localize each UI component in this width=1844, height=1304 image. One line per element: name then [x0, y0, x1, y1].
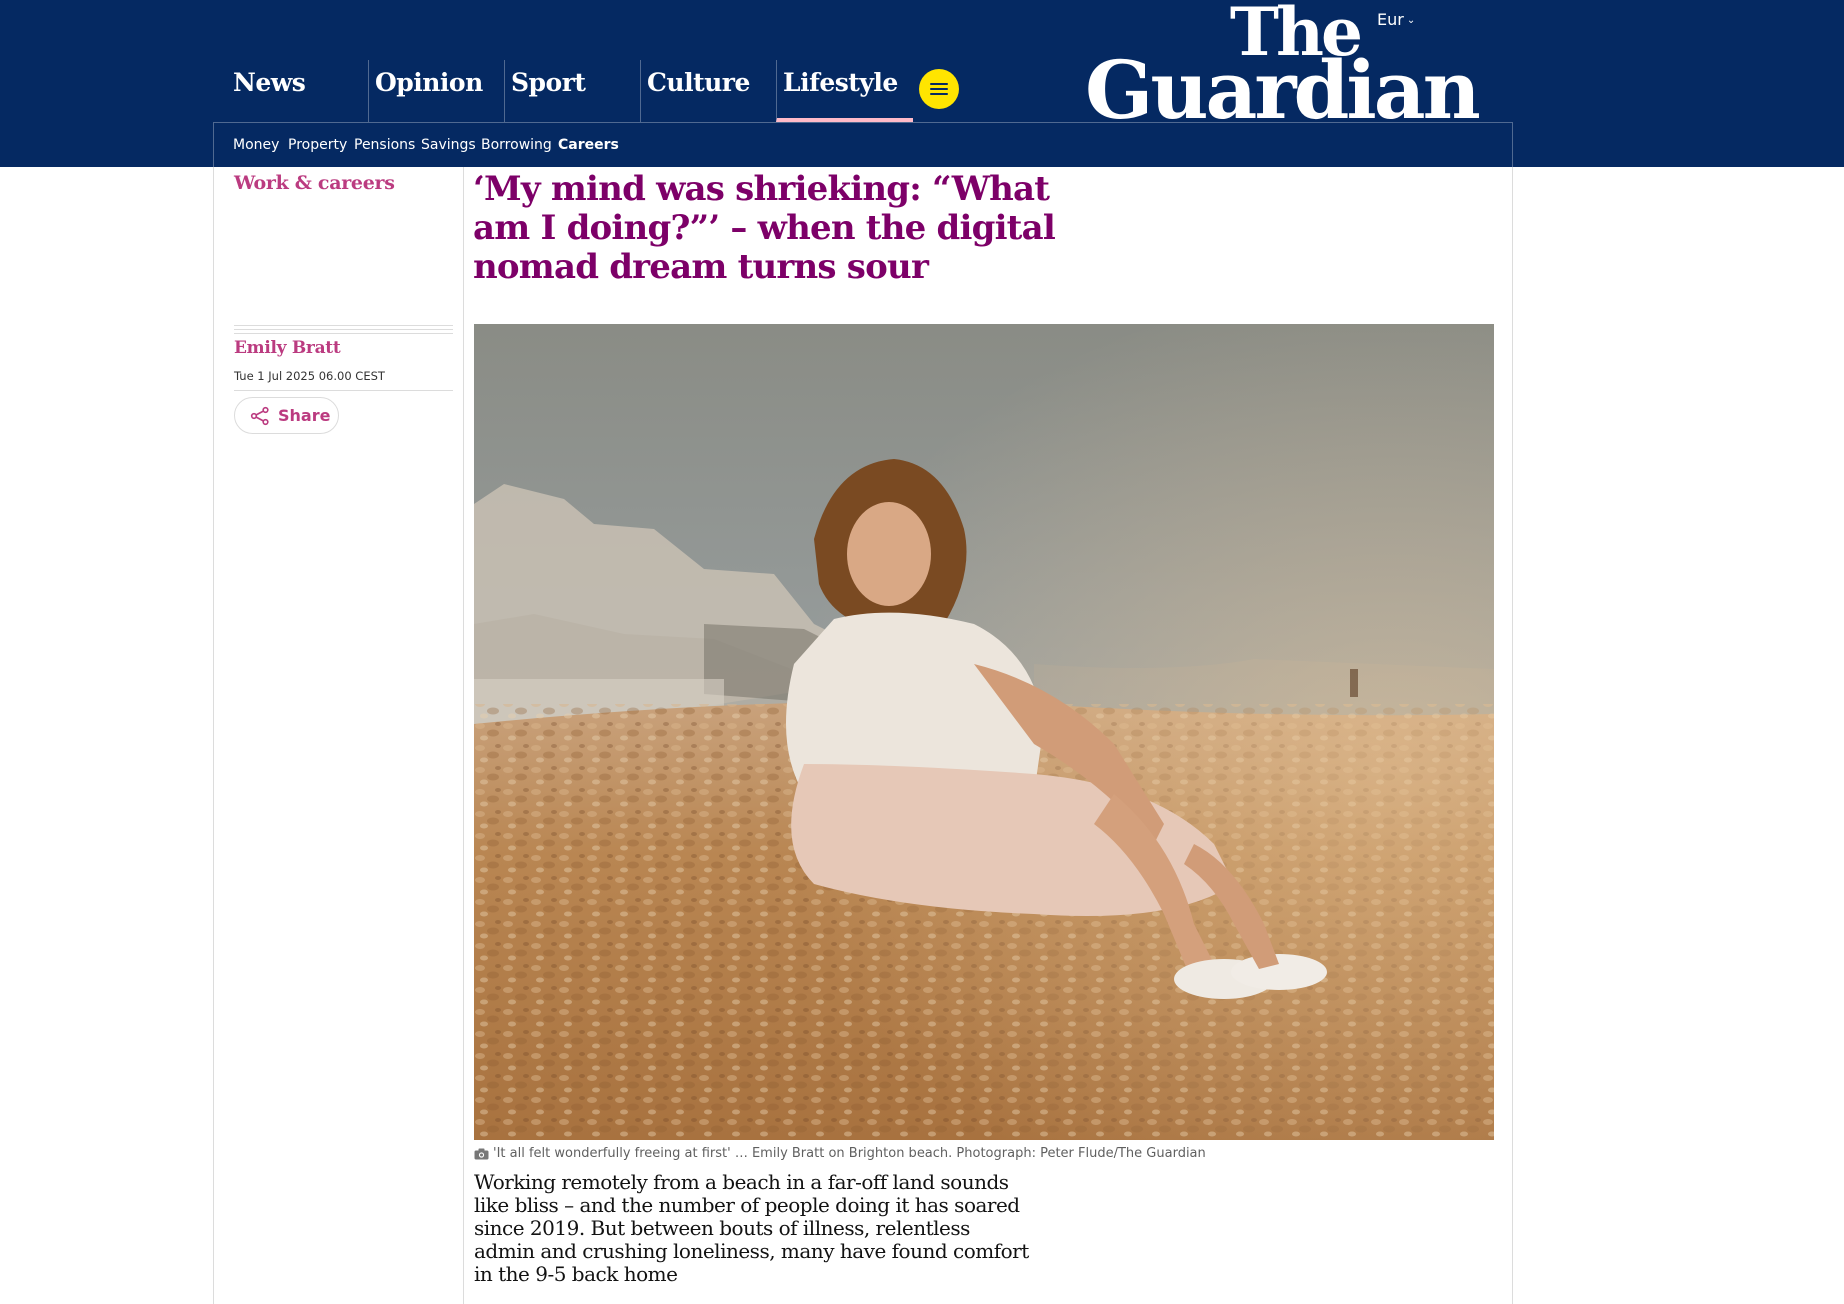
- pillar-label: Sport: [511, 68, 586, 97]
- pillar-lifestyle[interactable]: Lifestyle: [776, 60, 913, 122]
- pillar-sport[interactable]: Sport: [504, 60, 641, 122]
- guardian-logo[interactable]: The Guardian: [1085, 0, 1481, 137]
- caption-text: 'It all felt wonderfully freeing at firs…: [493, 1146, 1206, 1161]
- meta-divider-lines: [234, 325, 453, 337]
- article-headline: ‘My mind was shrieking: “What am I doing…: [473, 169, 1056, 287]
- subnav-property[interactable]: Property: [288, 137, 347, 153]
- share-label: Share: [278, 406, 331, 425]
- column-divider: [463, 167, 464, 1304]
- subnav-careers[interactable]: Careers: [558, 137, 619, 153]
- pillar-news[interactable]: News: [227, 60, 369, 122]
- sub-navigation: Money Property Pensions Savings Borrowin…: [213, 122, 1513, 167]
- author-byline[interactable]: Emily Bratt: [234, 338, 341, 358]
- hamburger-icon: [930, 83, 948, 95]
- subnav-pensions[interactable]: Pensions: [354, 137, 415, 153]
- main-photo: [474, 324, 1494, 1140]
- page-border-right: [1512, 167, 1513, 1304]
- pillar-culture[interactable]: Culture: [640, 60, 777, 122]
- meta-divider: [234, 390, 453, 391]
- pillar-label: Lifestyle: [783, 68, 898, 97]
- top-navigation: Eur ⌄ The Guardian News Opinion Sport Cul…: [0, 0, 1844, 137]
- logo-line-2: Guardian: [1085, 43, 1481, 137]
- masthead: Eur ⌄ The Guardian News Opinion Sport Cul…: [0, 0, 1844, 167]
- pillar-label: News: [233, 68, 306, 97]
- pillar-opinion[interactable]: Opinion: [368, 60, 505, 122]
- subnav-money[interactable]: Money: [233, 137, 279, 153]
- subnav-savings[interactable]: Savings: [421, 137, 476, 153]
- camera-icon: [474, 1148, 489, 1159]
- article-standfirst: Working remotely from a beach in a far-o…: [474, 1170, 1029, 1286]
- subnav-borrowing[interactable]: Borrowing: [481, 137, 552, 153]
- pillar-label: Opinion: [375, 68, 483, 97]
- photo-caption: 'It all felt wonderfully freeing at firs…: [474, 1146, 1494, 1161]
- share-button[interactable]: Share: [234, 397, 339, 434]
- share-icon: [250, 406, 269, 425]
- pillar-label: Culture: [647, 68, 750, 97]
- section-tag[interactable]: Work & careers: [234, 172, 395, 194]
- menu-button[interactable]: [919, 69, 959, 109]
- beach-portrait-image: [474, 324, 1494, 1140]
- page-border-left: [213, 167, 214, 1304]
- publish-date: Tue 1 Jul 2025 06.00 CEST: [234, 369, 385, 383]
